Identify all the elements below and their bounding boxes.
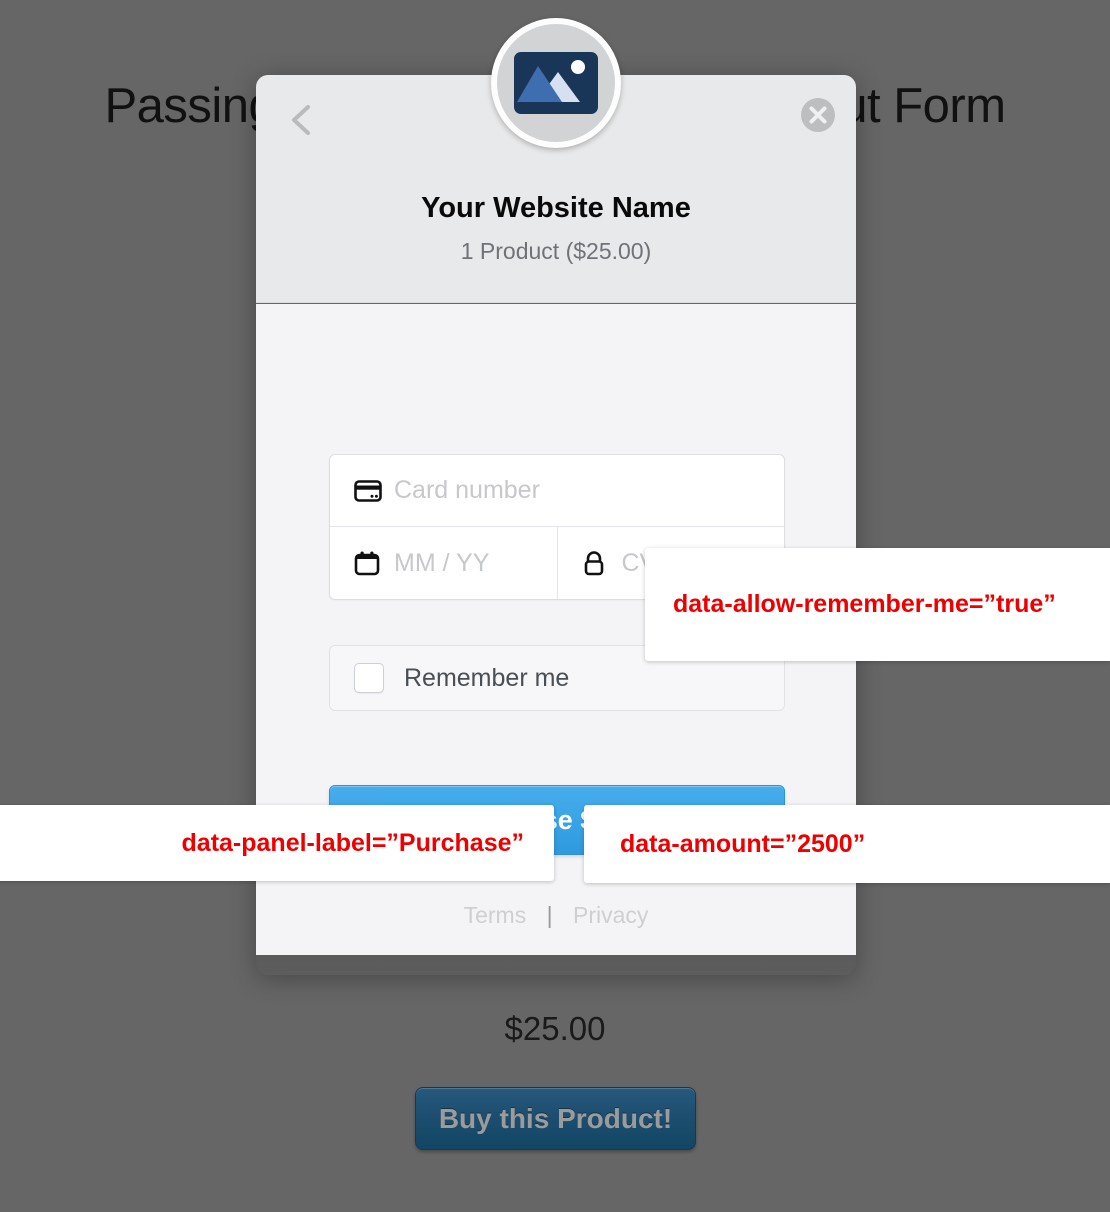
order-summary: 1 Product ($25.00)	[460, 238, 652, 264]
privacy-link[interactable]: Privacy	[573, 902, 648, 928]
calendar-icon	[354, 550, 384, 576]
annotation-amount: data-amount=”2500”	[584, 805, 1110, 883]
modal-header: Your Website Name 1 Product ($25.00)	[256, 18, 856, 303]
chevron-left-icon[interactable]	[280, 97, 326, 143]
card-number-field[interactable]: Card number	[330, 455, 784, 526]
remember-me-checkbox[interactable]	[354, 663, 384, 693]
terms-link[interactable]: Terms	[464, 902, 527, 928]
buy-this-product-button[interactable]: Buy this Product!	[415, 1087, 696, 1150]
card-number-placeholder: Card number	[394, 476, 540, 504]
annotation-panel-label: data-panel-label=”Purchase”	[0, 805, 554, 881]
remember-me-label: Remember me	[404, 663, 570, 692]
credit-card-icon	[354, 479, 384, 502]
expiry-field[interactable]: MM / YY	[330, 527, 557, 599]
annotation-allow-remember-me: data-allow-remember-me=”true”	[645, 548, 1110, 661]
legal-links: Terms | Privacy	[256, 902, 856, 929]
close-circle-icon[interactable]	[800, 97, 836, 133]
card-number-row: Card number	[330, 455, 784, 527]
product-price: $25.00	[504, 1010, 606, 1047]
annotation-text: data-amount=”2500”	[620, 829, 866, 858]
annotation-text: data-allow-remember-me=”true”	[673, 590, 1056, 618]
merchant-name: Your Website Name	[421, 192, 691, 224]
image-placeholder-icon	[514, 52, 598, 114]
lock-icon	[582, 550, 612, 576]
expiry-placeholder: MM / YY	[394, 548, 490, 577]
annotation-text: data-panel-label=”Purchase”	[181, 828, 524, 857]
avatar	[491, 18, 621, 148]
legal-divider: |	[546, 902, 553, 928]
